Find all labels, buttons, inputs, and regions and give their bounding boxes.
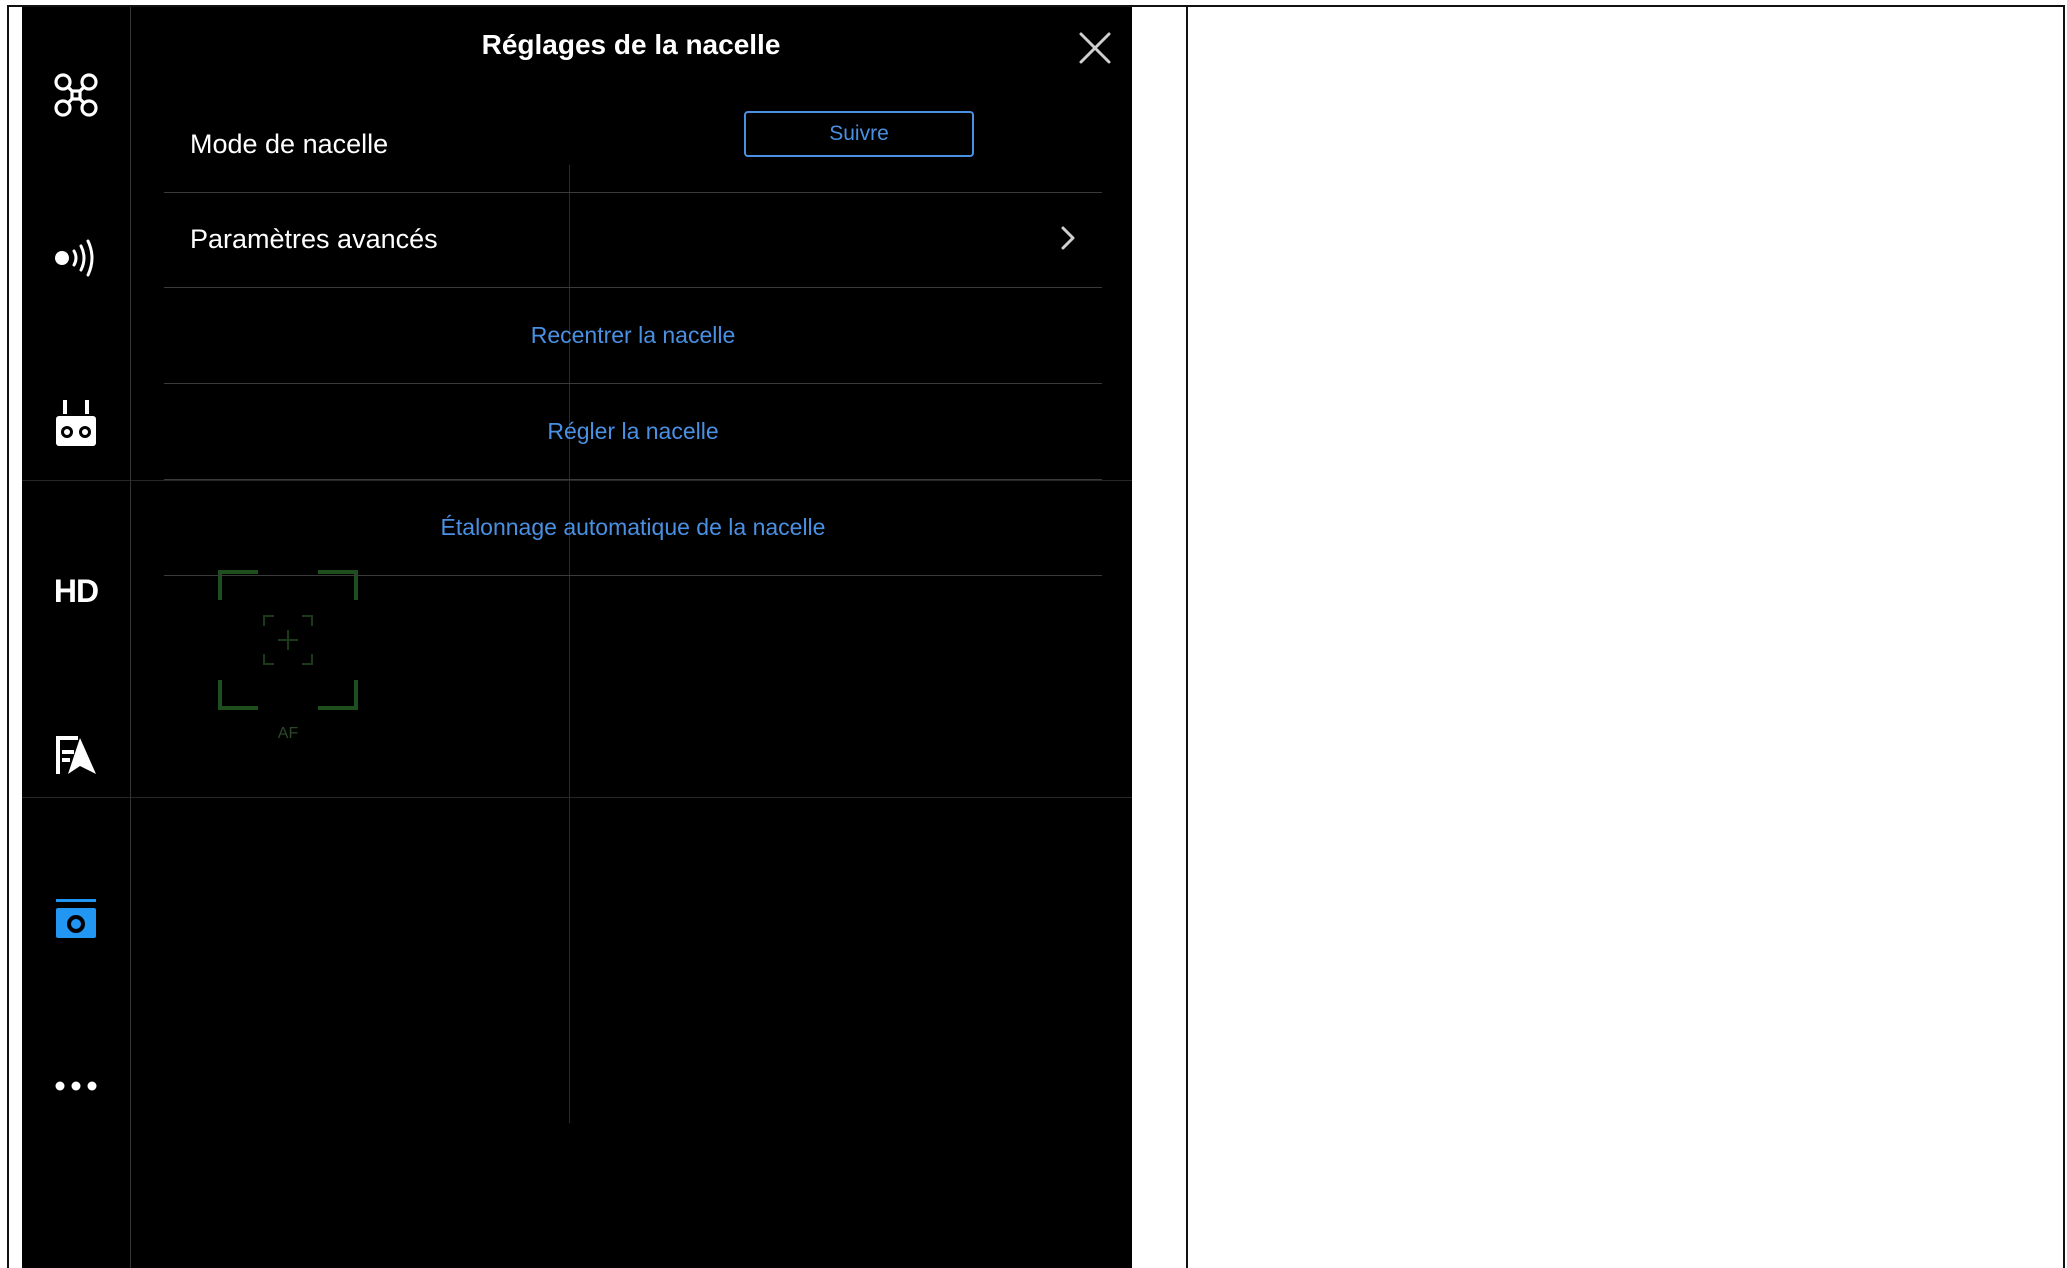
remote-controller-icon[interactable] [52,400,100,448]
map-icon[interactable] [52,731,100,779]
close-icon[interactable] [1078,31,1112,65]
adjust-gimbal-row: Régler la nacelle [164,384,1102,480]
page-title: Réglages de la nacelle [481,29,781,60]
advanced-settings-label: Paramètres avancés [190,224,438,254]
auto-calibration-button[interactable]: Étalonnage automatique de la nacelle [164,480,1102,575]
auto-calibration-row: Étalonnage automatique de la nacelle [164,480,1102,576]
adjust-gimbal-button[interactable]: Régler la nacelle [164,384,1102,479]
advanced-settings-row[interactable]: Paramètres avancés [164,192,1102,288]
signal-icon[interactable] [52,234,100,282]
recenter-gimbal-row: Recentrer la nacelle [164,288,1102,384]
frame-right-border [2063,7,2065,1268]
hd-icon[interactable]: HD [52,567,100,615]
gimbal-mode-button[interactable]: Suivre [744,111,974,157]
chevron-right-icon [1060,225,1076,256]
camera-icon[interactable] [52,895,100,943]
gimbal-settings-screen: AF HD Réglages de la nacelle Mode de nac… [22,7,1132,1268]
camera-grid-line-horizontal [22,797,1132,798]
autofocus-label: AF [277,725,299,742]
recenter-gimbal-button[interactable]: Recentrer la nacelle [164,288,1102,383]
sidebar-divider [130,7,131,1268]
frame-middle-divider [1186,7,1188,1268]
autofocus-box [218,570,358,710]
more-icon[interactable] [52,1062,100,1110]
frame-left-border [7,7,9,1268]
gimbal-mode-label: Mode de nacelle [190,129,389,159]
drone-icon[interactable] [52,71,100,119]
